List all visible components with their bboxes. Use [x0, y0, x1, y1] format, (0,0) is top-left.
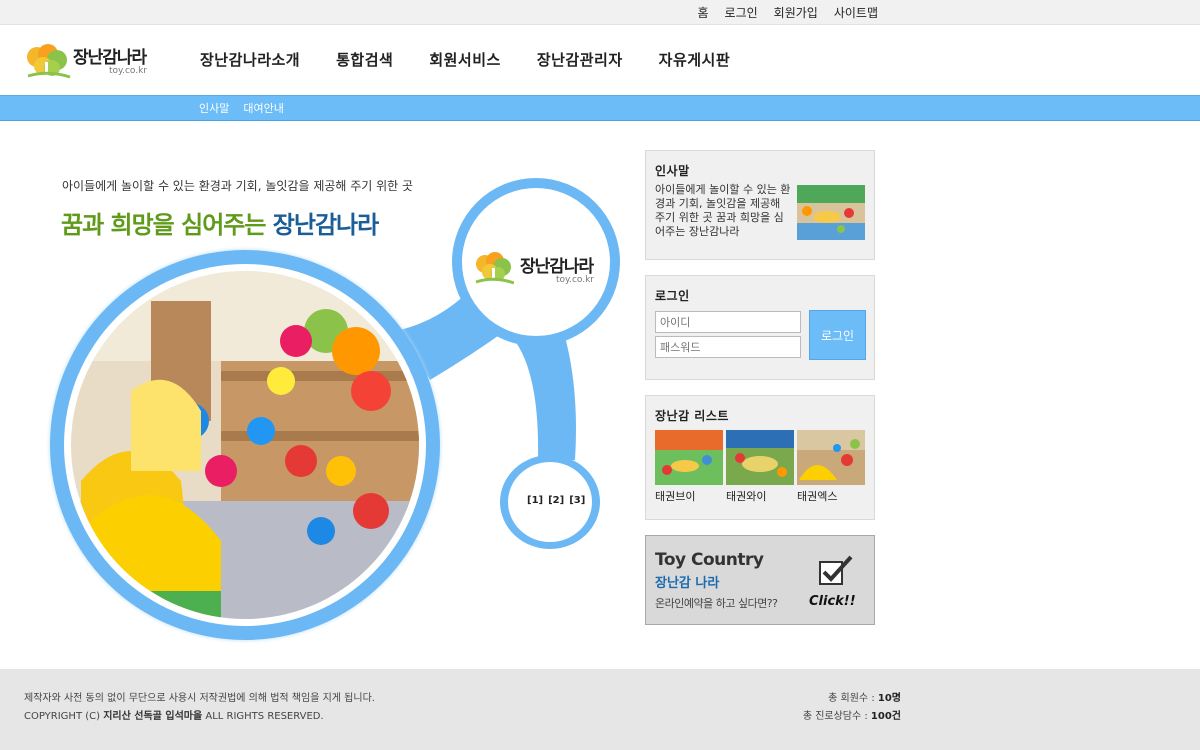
banner-title: Toy Country	[655, 550, 764, 570]
banner-subtitle: 장난감 나라	[655, 576, 720, 591]
login-title: 로그인	[655, 289, 690, 303]
toy-list-box: 장난감 리스트 태권브이 태권와이 태권엑스	[645, 395, 875, 520]
signup-link[interactable]: 회원가입	[774, 4, 818, 21]
toy-name[interactable]: 태권와이	[726, 488, 766, 504]
banner-text: 온라인예약을 하고 싶다면??	[655, 597, 778, 610]
login-button[interactable]: 로그인	[809, 310, 866, 360]
footer: 제작자와 사전 동의 없이 무단으로 사용시 저작권법에 의해 법적 책임을 지…	[0, 669, 1200, 750]
playroom-photo	[71, 271, 419, 619]
toy-thumbnail[interactable]	[797, 430, 865, 485]
banner-click: Click!!	[809, 594, 856, 609]
greeting-box: 인사말 아이들에게 놀이할 수 있는 환경과 기회, 놀잇감을 제공해 주기 위…	[645, 150, 875, 260]
copyright-name: 지리산 선독골 입석마을	[103, 711, 203, 722]
logo-domain: toy.co.kr	[556, 275, 595, 285]
reservation-banner[interactable]: Toy Country 장난감 나라 온라인예약을 하고 싶다면?? Click…	[645, 535, 875, 625]
copyright-suffix: ALL RIGHTS RESERVED.	[202, 711, 324, 722]
member-count-label: 총 회원수 :	[828, 693, 878, 704]
pager-2[interactable]: [2]	[548, 495, 564, 506]
member-count: 총 회원수 : 10명	[828, 689, 901, 704]
pager-3[interactable]: [3]	[569, 495, 585, 506]
login-link[interactable]: 로그인	[725, 4, 758, 21]
id-input[interactable]	[655, 311, 801, 333]
toy-thumbnail[interactable]	[726, 430, 794, 485]
toy-name[interactable]: 태권엑스	[797, 488, 837, 504]
pager-1[interactable]: [1]	[527, 495, 543, 506]
nav-board[interactable]: 자유게시판	[659, 49, 731, 70]
greeting-text: 아이들에게 놀이할 수 있는 환경과 기회, 놀잇감을 제공해 주기 위한 곳 …	[655, 183, 791, 238]
toy-thumbnail[interactable]	[655, 430, 723, 485]
tree-logo-icon	[475, 252, 514, 285]
consult-count-value: 100건	[870, 711, 901, 722]
toy-list-title: 장난감 리스트	[655, 409, 729, 423]
greeting-title: 인사말	[655, 164, 690, 178]
password-input[interactable]	[655, 336, 801, 358]
logo-circle: 장난감나라 toy.co.kr	[462, 188, 610, 336]
copyright-prefix: COPYRIGHT (C)	[24, 711, 104, 722]
utility-links: 홈 로그인 회원가입 사이트맵	[697, 4, 878, 21]
home-link[interactable]: 홈	[697, 4, 708, 21]
logo-wordmark: 장난감나라	[520, 257, 594, 277]
footer-notice: 제작자와 사전 동의 없이 무단으로 사용시 저작권법에 의해 법적 책임을 지…	[24, 693, 375, 704]
footer-copyright: COPYRIGHT (C) 지리산 선독골 입석마을 ALL RIGHTS RE…	[24, 707, 324, 722]
checkbox-icon	[819, 555, 853, 585]
sitemap-link[interactable]: 사이트맵	[834, 4, 878, 21]
consult-count: 총 진로상담수 : 100건	[803, 707, 901, 722]
consult-count-label: 총 진로상담수 :	[802, 711, 871, 722]
greeting-thumbnail[interactable]	[797, 185, 865, 240]
login-box: 로그인 로그인	[645, 275, 875, 380]
toy-name[interactable]: 태권브이	[655, 488, 695, 504]
slide-pager: [1] [2] [3]	[527, 495, 585, 506]
member-count-value: 10명	[877, 693, 901, 704]
